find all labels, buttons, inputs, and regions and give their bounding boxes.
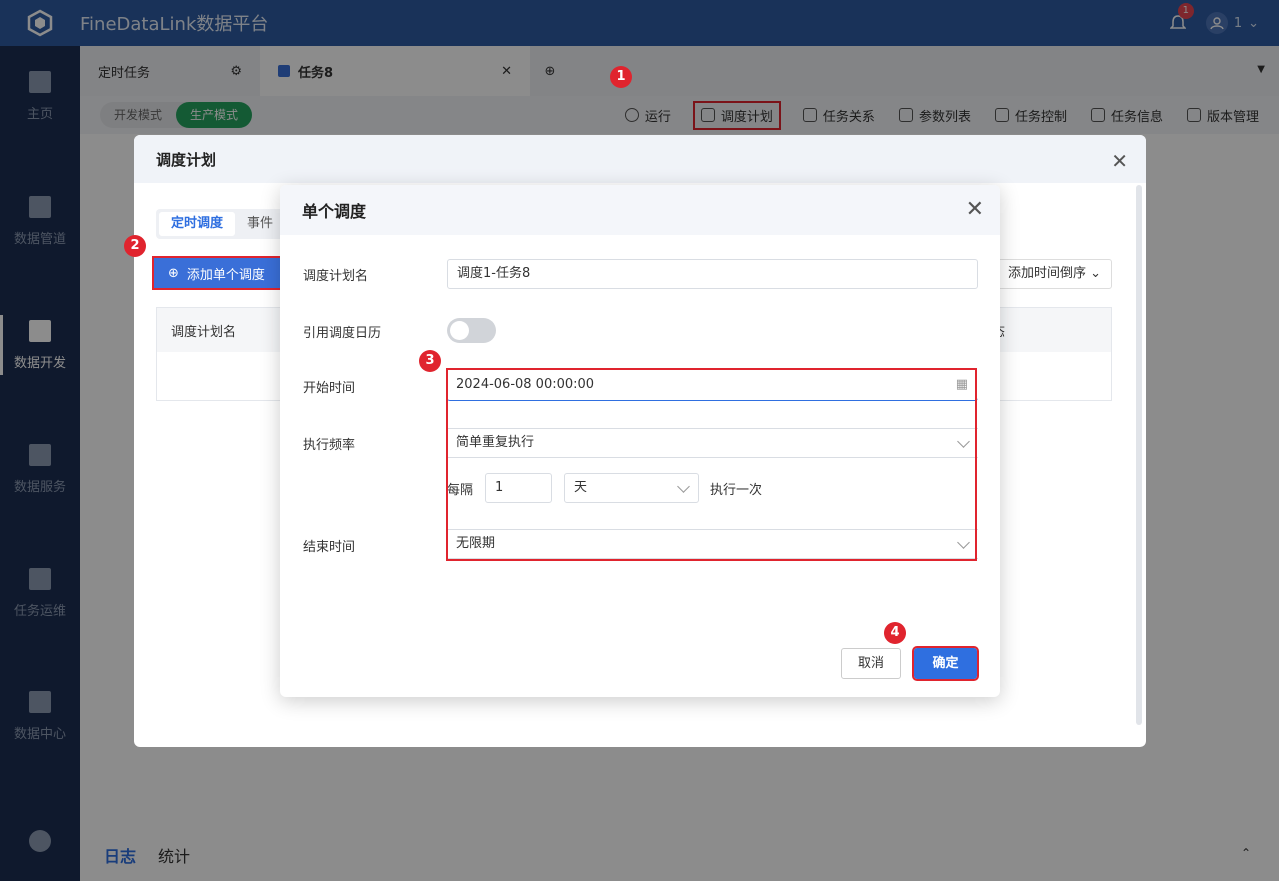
dialog-title: 调度计划	[134, 135, 1146, 183]
step-marker-2: 2	[124, 235, 146, 257]
step-marker-3: 3	[419, 350, 441, 372]
tab-timed-schedule[interactable]: 定时调度	[159, 212, 236, 236]
end-time-select[interactable]: 无限期	[447, 529, 978, 559]
every-label: 每隔	[447, 483, 474, 498]
confirm-button[interactable]: 确定	[912, 646, 979, 681]
frequency-select[interactable]: 简单重复执行	[447, 428, 978, 458]
name-label: 调度计划名	[303, 269, 369, 284]
start-time-input[interactable]: 2024-06-08 00:00:00 ▦	[447, 371, 978, 401]
calendar-label: 引用调度日历	[303, 326, 382, 341]
column-header-name: 调度计划名	[171, 324, 237, 340]
close-icon[interactable]: ✕	[966, 197, 984, 222]
schedule-name-input[interactable]: 调度1-任务8	[447, 259, 978, 289]
chevron-down-icon	[957, 435, 970, 448]
cancel-button[interactable]: 取消	[841, 648, 901, 679]
chevron-down-icon	[677, 480, 690, 493]
execute-once-label: 执行一次	[710, 483, 763, 498]
tab-event-schedule[interactable]: 事件	[235, 212, 285, 236]
interval-input[interactable]: 1	[485, 473, 552, 503]
interval-unit-select[interactable]: 天	[564, 473, 699, 503]
add-button-label: 添加单个调度	[186, 267, 265, 283]
scrollbar[interactable]	[1136, 185, 1142, 725]
plus-circle-icon: ⊕	[168, 265, 179, 281]
calendar-icon[interactable]: ▦	[956, 371, 968, 399]
calendar-toggle[interactable]	[447, 318, 496, 343]
add-single-schedule-button[interactable]: ⊕ 添加单个调度	[152, 256, 282, 290]
step-marker-4: 4	[884, 622, 906, 644]
sort-dropdown[interactable]: 添加时间倒序 ⌄	[996, 259, 1112, 289]
schedule-type-switch: 定时调度 事件	[156, 209, 289, 239]
end-time-value: 无限期	[456, 536, 496, 551]
chevron-down-icon: ⌄	[1090, 266, 1101, 281]
start-time-label: 开始时间	[303, 381, 356, 396]
end-time-label: 结束时间	[303, 540, 356, 555]
single-schedule-dialog: 单个调度 ✕ 调度计划名 调度1-任务8 引用调度日历 开始时间 2024-06…	[280, 185, 1000, 697]
step-marker-1: 1	[610, 66, 632, 88]
close-icon[interactable]: ✕	[1111, 149, 1128, 173]
frequency-value: 简单重复执行	[456, 435, 535, 450]
interval-unit-value: 天	[574, 480, 588, 495]
chevron-down-icon	[957, 536, 970, 549]
start-time-value: 2024-06-08 00:00:00	[456, 377, 595, 392]
frequency-label: 执行频率	[303, 438, 356, 453]
dialog-title: 单个调度	[280, 185, 1000, 235]
sort-label: 添加时间倒序	[1007, 266, 1086, 281]
